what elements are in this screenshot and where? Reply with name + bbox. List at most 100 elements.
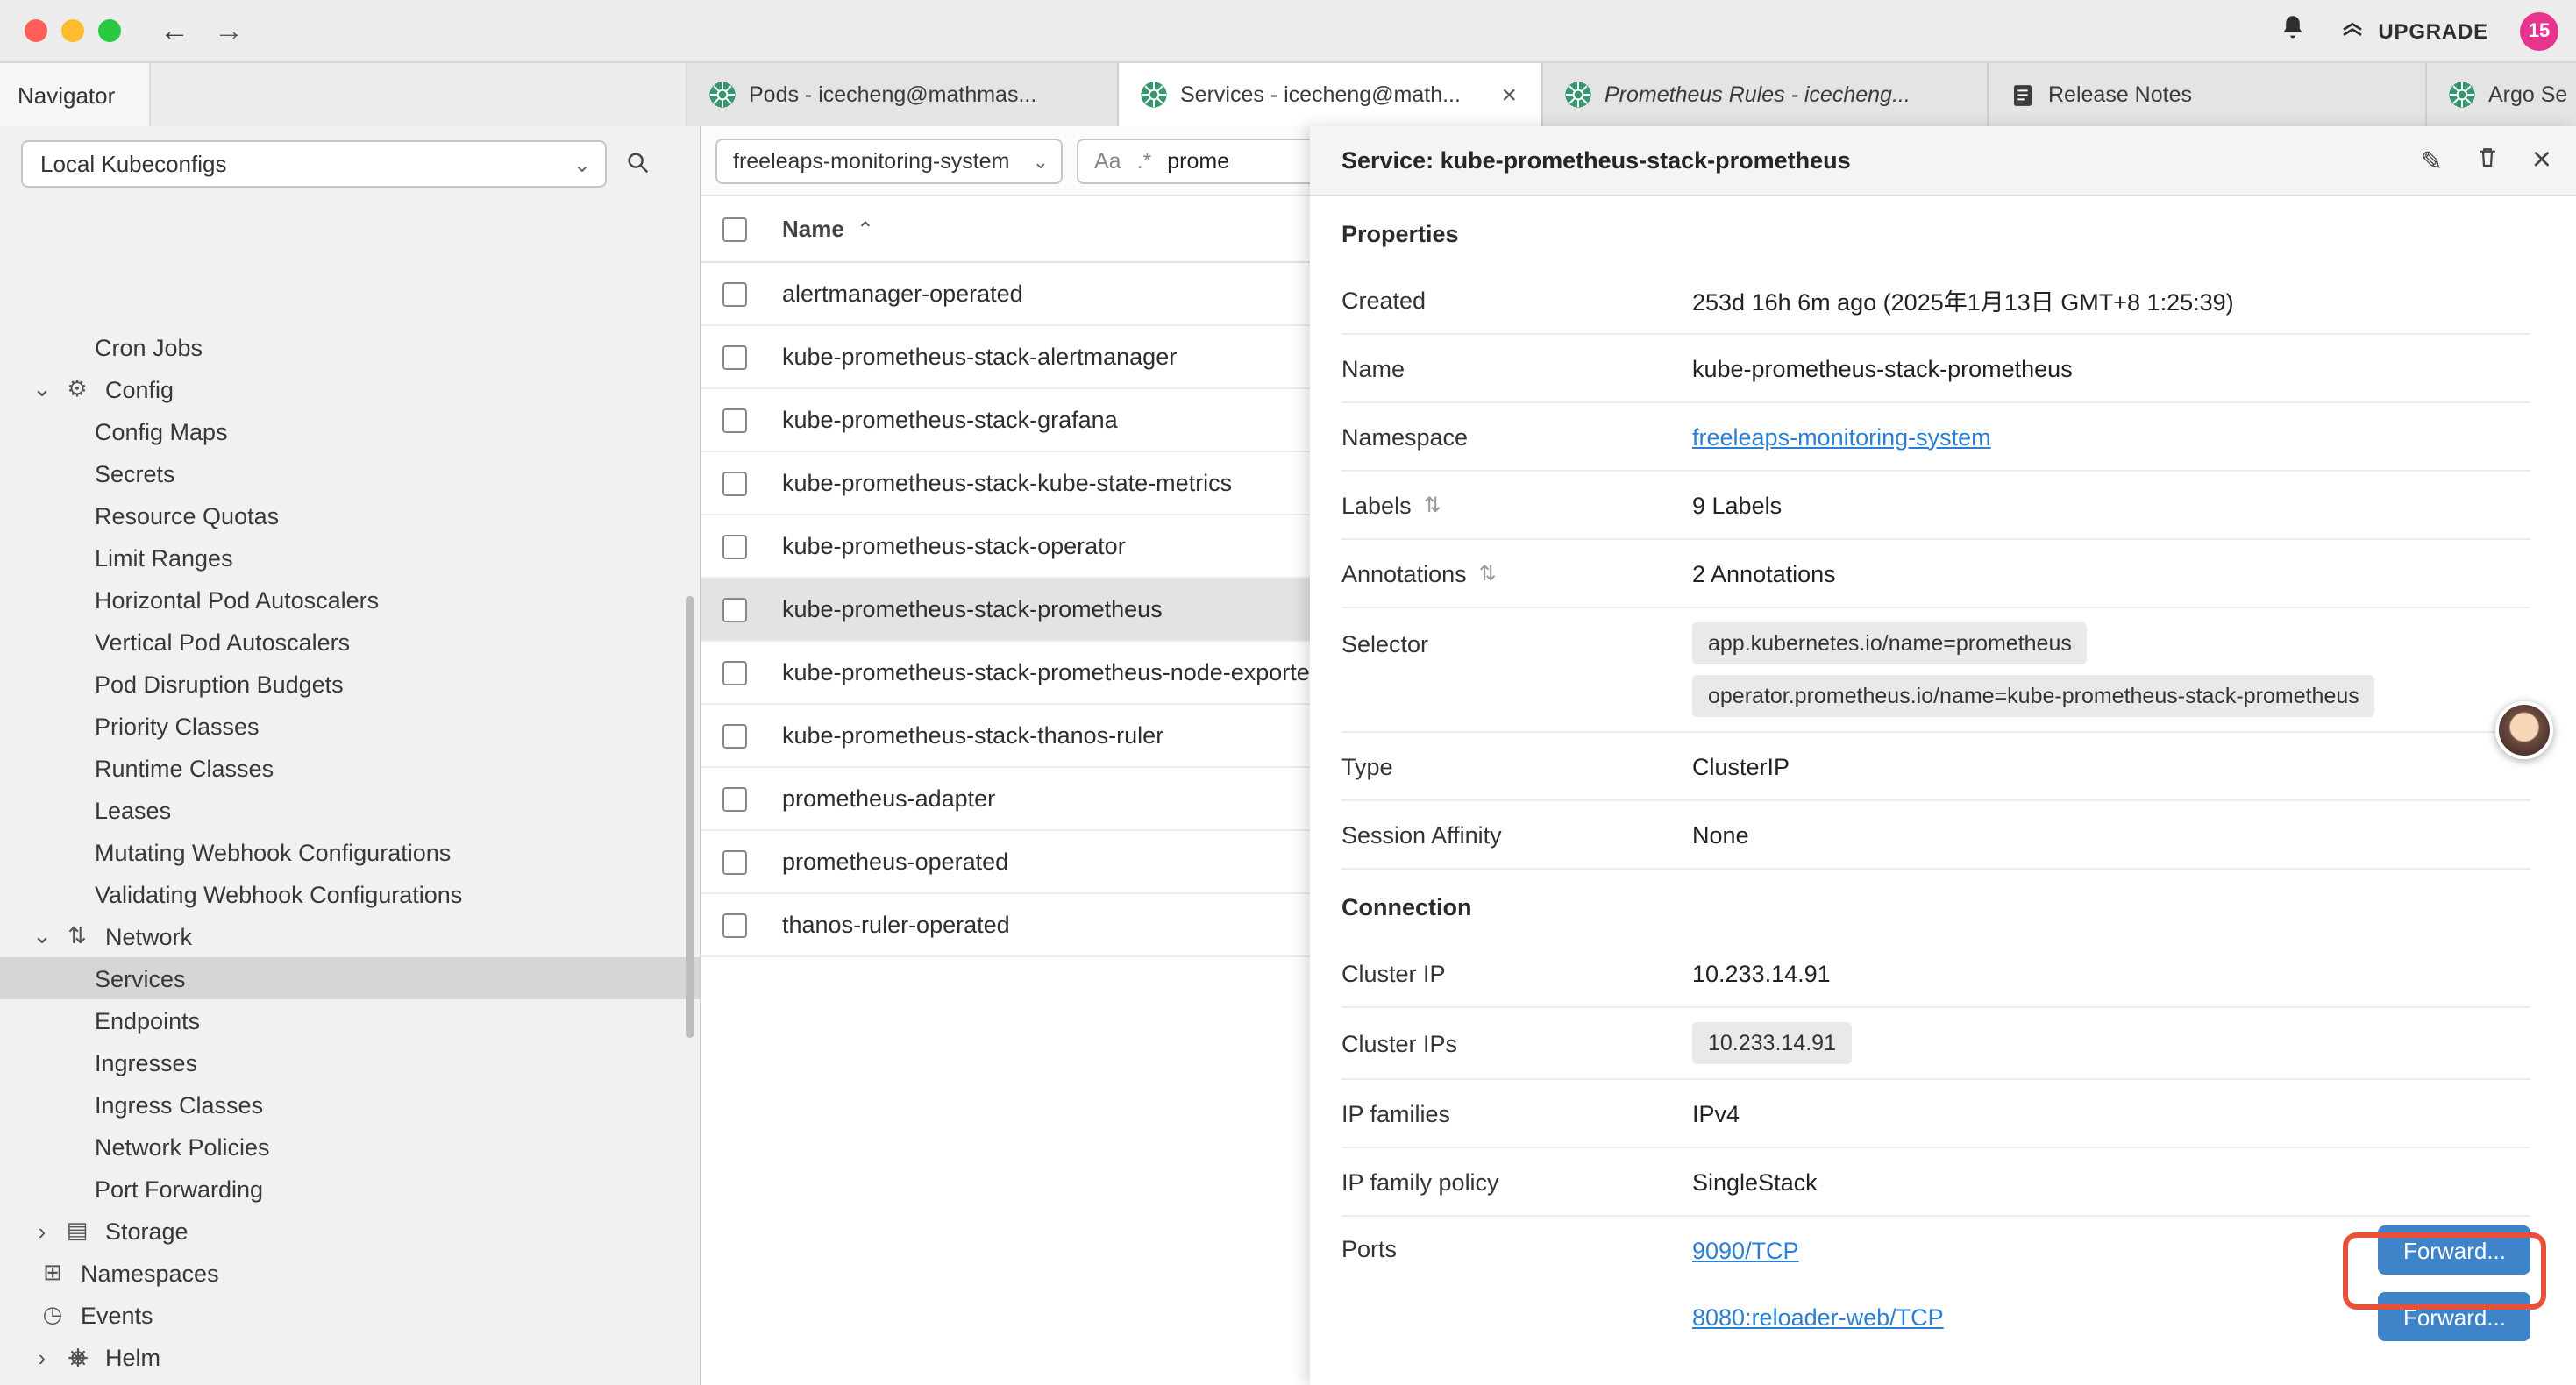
sidebar-item-label: Leases <box>95 797 171 823</box>
sidebar-item-storage[interactable]: ›▤Storage <box>0 1210 700 1252</box>
sidebar-item-runtime-classes[interactable]: Runtime Classes <box>0 747 700 789</box>
chevron-down-icon[interactable]: ⌄ <box>25 922 60 950</box>
row-checkbox[interactable] <box>722 471 747 495</box>
delete-resource-icon[interactable] <box>2474 143 2501 178</box>
drawer-row-cluster-ip: Cluster IP10.233.14.91 <box>1341 940 2530 1008</box>
user-avatar[interactable] <box>2495 701 2553 759</box>
sidebar-scrollbar[interactable] <box>686 596 694 1038</box>
sidebar-item-mutating-webhook-configurations[interactable]: Mutating Webhook Configurations <box>0 831 700 873</box>
port-link[interactable]: 8080:reloader-web/TCP <box>1692 1303 1944 1330</box>
sidebar-item-config[interactable]: ⌄⚙Config <box>0 368 700 410</box>
drawer-row-selector: Selectorapp.kubernetes.io/name=prometheu… <box>1341 608 2530 733</box>
sidebar-item-endpoints[interactable]: Endpoints <box>0 999 700 1041</box>
tab-label: Pods - icecheng@mathmas... <box>749 82 1036 107</box>
sidebar-search-icon[interactable] <box>624 149 651 184</box>
close-tab-icon[interactable]: × <box>1498 80 1520 110</box>
table-row-kube-prometheus-stack-kube-state-metrics[interactable]: kube-prometheus-stack-kube-state-metrics <box>701 452 1310 515</box>
forward-arrow-icon[interactable]: → <box>214 13 244 48</box>
sidebar-item-ingress-classes[interactable]: Ingress Classes <box>0 1083 700 1126</box>
sidebar-item-leases[interactable]: Leases <box>0 789 700 831</box>
tab-prometheus-rules[interactable]: Prometheus Rules - icecheng... <box>1543 63 1989 126</box>
row-value: SingleStack <box>1692 1168 2530 1195</box>
sort-toggle-icon[interactable]: ⇅ <box>1424 493 1441 517</box>
close-window-button[interactable] <box>25 19 47 42</box>
row-checkbox[interactable] <box>722 597 747 621</box>
match-case-toggle[interactable]: Aa <box>1094 149 1121 174</box>
sidebar-item-label: Ingress Classes <box>95 1091 263 1118</box>
sidebar-item-ingresses[interactable]: Ingresses <box>0 1041 700 1083</box>
kubeconfig-select[interactable]: Local Kubeconfigs ⌄ <box>21 140 607 188</box>
sidebar-item-events[interactable]: ◷Events <box>0 1294 700 1336</box>
row-checkbox[interactable] <box>722 723 747 748</box>
row-checkbox[interactable] <box>722 281 747 306</box>
sidebar-item-helm[interactable]: ›Helm <box>0 1336 700 1378</box>
tab-argo[interactable]: Argo Se <box>2427 63 2576 126</box>
table-row-prometheus-adapter[interactable]: prometheus-adapter <box>701 768 1310 831</box>
table-row-kube-prometheus-stack-prometheus[interactable]: kube-prometheus-stack-prometheus <box>701 579 1310 642</box>
sidebar-item-validating-webhook-configurations[interactable]: Validating Webhook Configurations <box>0 873 700 915</box>
row-name: thanos-ruler-operated <box>782 912 1010 938</box>
back-arrow-icon[interactable]: ← <box>160 13 189 48</box>
chevron-down-icon[interactable]: ⌄ <box>25 375 60 403</box>
horizontal-scrollbar[interactable] <box>701 1122 1310 1140</box>
namespace-select[interactable]: freeleaps-monitoring-system ⌄ <box>715 138 1063 184</box>
row-checkbox[interactable] <box>722 913 747 937</box>
port-link[interactable]: 9090/TCP <box>1692 1237 1799 1263</box>
sidebar-item-port-forwarding[interactable]: Port Forwarding <box>0 1168 700 1210</box>
row-checkbox[interactable] <box>722 534 747 558</box>
sidebar-item-priority-classes[interactable]: Priority Classes <box>0 705 700 747</box>
sidebar-item-secrets[interactable]: Secrets <box>0 452 700 494</box>
sidebar-item-services[interactable]: Services <box>0 957 700 999</box>
upgrade-button[interactable]: UPGRADE <box>2339 15 2488 46</box>
table-row-alertmanager-operated[interactable]: alertmanager-operated <box>701 263 1310 326</box>
row-checkbox[interactable] <box>722 849 747 874</box>
table-row-thanos-ruler-operated[interactable]: thanos-ruler-operated <box>701 894 1310 957</box>
forward-button[interactable]: Forward... <box>2379 1225 2530 1275</box>
notifications-bell-icon[interactable] <box>2278 11 2308 50</box>
table-row-kube-prometheus-stack-operator[interactable]: kube-prometheus-stack-operator <box>701 515 1310 579</box>
notification-count-badge[interactable]: 15 <box>2520 11 2558 50</box>
sort-toggle-icon[interactable]: ⇅ <box>1479 561 1497 586</box>
row-checkbox[interactable] <box>722 786 747 811</box>
sidebar-item-namespaces[interactable]: ⊞Namespaces <box>0 1252 700 1294</box>
sidebar-item-resource-quotas[interactable]: Resource Quotas <box>0 494 700 536</box>
select-all-checkbox[interactable] <box>722 217 747 241</box>
row-name: kube-prometheus-stack-alertmanager <box>782 344 1177 370</box>
minimize-window-button[interactable] <box>61 19 84 42</box>
tab-pods[interactable]: Pods - icecheng@mathmas... <box>687 63 1119 126</box>
value-link[interactable]: freeleaps-monitoring-system <box>1692 423 1991 450</box>
row-checkbox[interactable] <box>722 660 747 685</box>
sidebar-item-config-maps[interactable]: Config Maps <box>0 410 700 452</box>
table-row-kube-prometheus-stack-grafana[interactable]: kube-prometheus-stack-grafana <box>701 389 1310 452</box>
sidebar-item-label: Port Forwarding <box>95 1175 263 1202</box>
service-detail-drawer: Service: kube-prometheus-stack-prometheu… <box>1310 126 2576 1385</box>
sidebar-item-horizontal-pod-autoscalers[interactable]: Horizontal Pod Autoscalers <box>0 579 700 621</box>
tab-services[interactable]: Services - icecheng@math...× <box>1119 63 1543 126</box>
sidebar-item-access-control[interactable]: ›Access Control <box>0 1378 700 1385</box>
close-drawer-icon[interactable]: × <box>2532 144 2551 177</box>
table-row-kube-prometheus-stack-prometheus-node-exporter[interactable]: kube-prometheus-stack-prometheus-node-ex… <box>701 642 1310 705</box>
row-checkbox[interactable] <box>722 408 747 432</box>
list-search-input[interactable]: Aa .* prome <box>1077 138 1310 184</box>
sidebar-item-limit-ranges[interactable]: Limit Ranges <box>0 536 700 579</box>
name-column-header[interactable]: Name <box>782 216 844 242</box>
maximize-window-button[interactable] <box>98 19 121 42</box>
regex-toggle[interactable]: .* <box>1137 149 1152 174</box>
chevron-right-icon[interactable]: › <box>25 1344 60 1370</box>
table-row-kube-prometheus-stack-alertmanager[interactable]: kube-prometheus-stack-alertmanager <box>701 326 1310 389</box>
chevron-right-icon[interactable]: › <box>25 1218 60 1244</box>
edit-resource-icon[interactable]: ✎ <box>2421 145 2443 176</box>
forward-button[interactable]: Forward... <box>2379 1292 2530 1341</box>
sidebar-item-pod-disruption-budgets[interactable]: Pod Disruption Budgets <box>0 663 700 705</box>
sidebar-item-vertical-pod-autoscalers[interactable]: Vertical Pod Autoscalers <box>0 621 700 663</box>
drawer-row-ports: Ports9090/TCPForward...8080:reloader-web… <box>1341 1217 2530 1350</box>
sidebar-item-label: Ingresses <box>95 1049 197 1076</box>
sidebar-item-cron-jobs[interactable]: Cron Jobs <box>0 326 700 368</box>
table-row-prometheus-operated[interactable]: prometheus-operated <box>701 831 1310 894</box>
row-checkbox[interactable] <box>722 344 747 369</box>
table-row-kube-prometheus-stack-thanos-ruler[interactable]: kube-prometheus-stack-thanos-ruler <box>701 705 1310 768</box>
sidebar-item-network-policies[interactable]: Network Policies <box>0 1126 700 1168</box>
tab-release-notes[interactable]: Release Notes <box>1989 63 2427 126</box>
sidebar-item-network[interactable]: ⌄⇅Network <box>0 915 700 957</box>
sort-ascending-icon[interactable]: ⌃ <box>857 217 874 241</box>
